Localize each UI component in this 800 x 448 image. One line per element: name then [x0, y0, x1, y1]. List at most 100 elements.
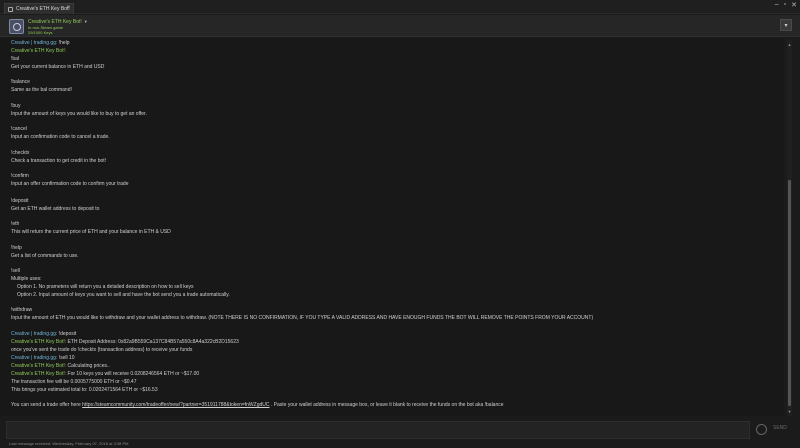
- message-text: !buy: [11, 103, 21, 109]
- chat-line: !bal: [11, 56, 19, 62]
- chat-line: Creative | trading.gg: !help: [11, 40, 70, 46]
- chat-line: Multiple uses:: [11, 276, 42, 282]
- message-text: Input the amount of ETH you would like t…: [11, 315, 594, 321]
- message-text: !help: [11, 245, 22, 251]
- chat-line: Get a list of commands to use.: [11, 253, 79, 259]
- message-text: Check a transaction to get credit in the…: [11, 158, 107, 164]
- message-text: !sell 10: [58, 355, 75, 361]
- chat-line: Creative's ETH Key Bot!: For 10 keys you…: [11, 371, 199, 377]
- chat-line: !eth: [11, 221, 19, 227]
- chat-line: Input an offer confirmation code to conf…: [11, 181, 128, 187]
- message-text: Get your current balance in ETH and USD: [11, 64, 105, 70]
- chat-line: !deposit: [11, 198, 29, 204]
- message-text: !bal: [11, 56, 20, 62]
- message-bot-author[interactable]: Creative's ETH Key Bot!:: [11, 371, 68, 377]
- message-author[interactable]: Creative | trading.gg:: [11, 331, 59, 337]
- message-input[interactable]: [6, 421, 750, 439]
- title-bar: Creative's ETH Key Bot! × ‒ ▫ ✕: [0, 0, 800, 14]
- message-text: Input the amount of keys you would like …: [11, 111, 147, 117]
- tab-close-icon[interactable]: ×: [66, 5, 70, 11]
- message-text: !checktx: [11, 150, 30, 156]
- message-text: Input an confirmation code to cancel a t…: [11, 134, 110, 140]
- chat-line: !checktx: [11, 150, 29, 156]
- close-icon[interactable]: ✕: [791, 1, 797, 9]
- chat-tab[interactable]: Creative's ETH Key Bot! ×: [4, 3, 74, 14]
- message-text: !help: [58, 40, 70, 46]
- message-text: once you've sent the trade do !checktx {…: [11, 347, 193, 353]
- chat-line: !withdraw: [11, 307, 32, 313]
- message-text: For 10 keys you will receive 0.020824656…: [67, 371, 200, 377]
- message-text: Input an offer confirmation code to conf…: [11, 181, 129, 187]
- chat-line: !buy: [11, 103, 20, 109]
- chat-line-trade-offer: You can send a trade offer here https://…: [11, 402, 504, 408]
- message-text: !sell: [11, 268, 20, 274]
- chat-line: Creative | trading.gg: !deposit: [11, 331, 76, 337]
- options-dropdown-button[interactable]: ▾: [780, 19, 792, 31]
- message-text: !balance: [11, 79, 30, 85]
- message-text: !deposit: [11, 198, 29, 204]
- message-text: Multiple uses:: [11, 276, 42, 282]
- avatar[interactable]: [9, 19, 24, 34]
- chat-line: Get your current balance in ETH and USD: [11, 64, 104, 70]
- message-author[interactable]: Creative | trading.gg:: [11, 355, 59, 361]
- scrollbar[interactable]: ▲ ▼: [787, 40, 792, 416]
- message-text: Same as the bal command!: [11, 87, 72, 93]
- chat-footer: SEND Last message received: Wednesday, F…: [0, 417, 800, 448]
- chat-line: Creative's ETH Key Bot!: ETH Deposit Add…: [11, 339, 239, 345]
- message-text: Get a list of commands to use.: [11, 253, 79, 259]
- emoticon-icon[interactable]: [756, 424, 767, 435]
- message-text: !eth: [11, 221, 20, 227]
- trade-offer-link[interactable]: https://steamcommunity.com/tradeoffer/ne…: [82, 402, 269, 408]
- chat-line: Creative | trading.gg: !sell 10: [11, 355, 75, 361]
- chevron-down-icon: ▼: [83, 19, 88, 24]
- chat-line: !sell: [11, 268, 20, 274]
- message-text: The transaction fee will be 0.0005775000…: [11, 379, 137, 385]
- message-text: !confirm: [11, 173, 29, 179]
- chat-line: !confirm: [11, 173, 29, 179]
- message-bot-author[interactable]: Creative's ETH Key Bot!:: [11, 363, 68, 369]
- friend-keys: 29/1000 Keys: [28, 30, 53, 35]
- chat-line: !cancel: [11, 126, 27, 132]
- tab-title: Creative's ETH Key Bot!: [16, 6, 70, 12]
- chat-line: Option 2. Input amount of keys you want …: [11, 292, 230, 298]
- scroll-thumb[interactable]: [788, 180, 791, 406]
- message-text: Calculating prices..: [67, 363, 110, 369]
- chat-line: Option 1. No prameters will return you a…: [11, 284, 193, 290]
- chat-line: !balance: [11, 79, 30, 85]
- message-text: !withdraw: [11, 307, 33, 313]
- chat-line: Check a transaction to get credit in the…: [11, 158, 106, 164]
- chat-line: Input the amount of keys you would like …: [11, 111, 147, 117]
- window-controls: ‒ ▫ ✕: [775, 1, 797, 9]
- minimize-icon[interactable]: ‒: [775, 1, 779, 9]
- last-message-timestamp: Last message received: Wednesday, Februa…: [9, 441, 129, 446]
- message-text: . Paste your wallet address in message b…: [269, 402, 504, 408]
- chat-header: Creative's ETH Key Bot! ▼ In non-Steam ga…: [0, 15, 800, 37]
- chat-line: Creative's ETH Key Bot!: Calculating pri…: [11, 363, 110, 369]
- chat-line: Get an ETH wallet address to deposit to: [11, 206, 99, 212]
- chat-line: This will return the current price of ET…: [11, 229, 171, 235]
- chat-line: Creative's ETH Key Bot!:: [11, 48, 66, 54]
- message-text: This will return the current price of ET…: [11, 229, 171, 235]
- message-bot-author[interactable]: Creative's ETH Key Bot!:: [11, 339, 68, 345]
- chat-line: This brings your estimated total to: 0.0…: [11, 387, 158, 393]
- chat-line: Input the amount of ETH you would like t…: [11, 315, 593, 321]
- message-text: You can send a trade offer here: [11, 402, 83, 408]
- chat-line: once you've sent the trade do !checktx {…: [11, 347, 192, 353]
- maximize-icon[interactable]: ▫: [784, 1, 786, 9]
- send-button[interactable]: SEND: [773, 425, 787, 431]
- avatar-icon: [12, 22, 21, 31]
- message-text: !cancel: [11, 126, 27, 132]
- chat-icon: [8, 6, 13, 12]
- message-text: ETH Deposit Address: 0x82a9B559Ca137C84B…: [67, 339, 239, 345]
- message-text: Get an ETH wallet address to deposit to: [11, 206, 100, 212]
- scroll-down-icon[interactable]: ▼: [787, 409, 792, 414]
- chat-line: Same as the bal command!: [11, 87, 72, 93]
- scroll-up-icon[interactable]: ▲: [787, 42, 792, 47]
- chat-line: The transaction fee will be 0.0005775000…: [11, 379, 137, 385]
- message-text: !deposit: [58, 331, 77, 337]
- message-author[interactable]: Creative | trading.gg:: [11, 40, 59, 46]
- message-text: Option 1. No prameters will return you a…: [17, 284, 194, 290]
- message-text: Option 2. Input amount of keys you want …: [17, 292, 230, 298]
- message-bot-author[interactable]: Creative's ETH Key Bot!:: [11, 48, 66, 54]
- chat-line: !help: [11, 245, 22, 251]
